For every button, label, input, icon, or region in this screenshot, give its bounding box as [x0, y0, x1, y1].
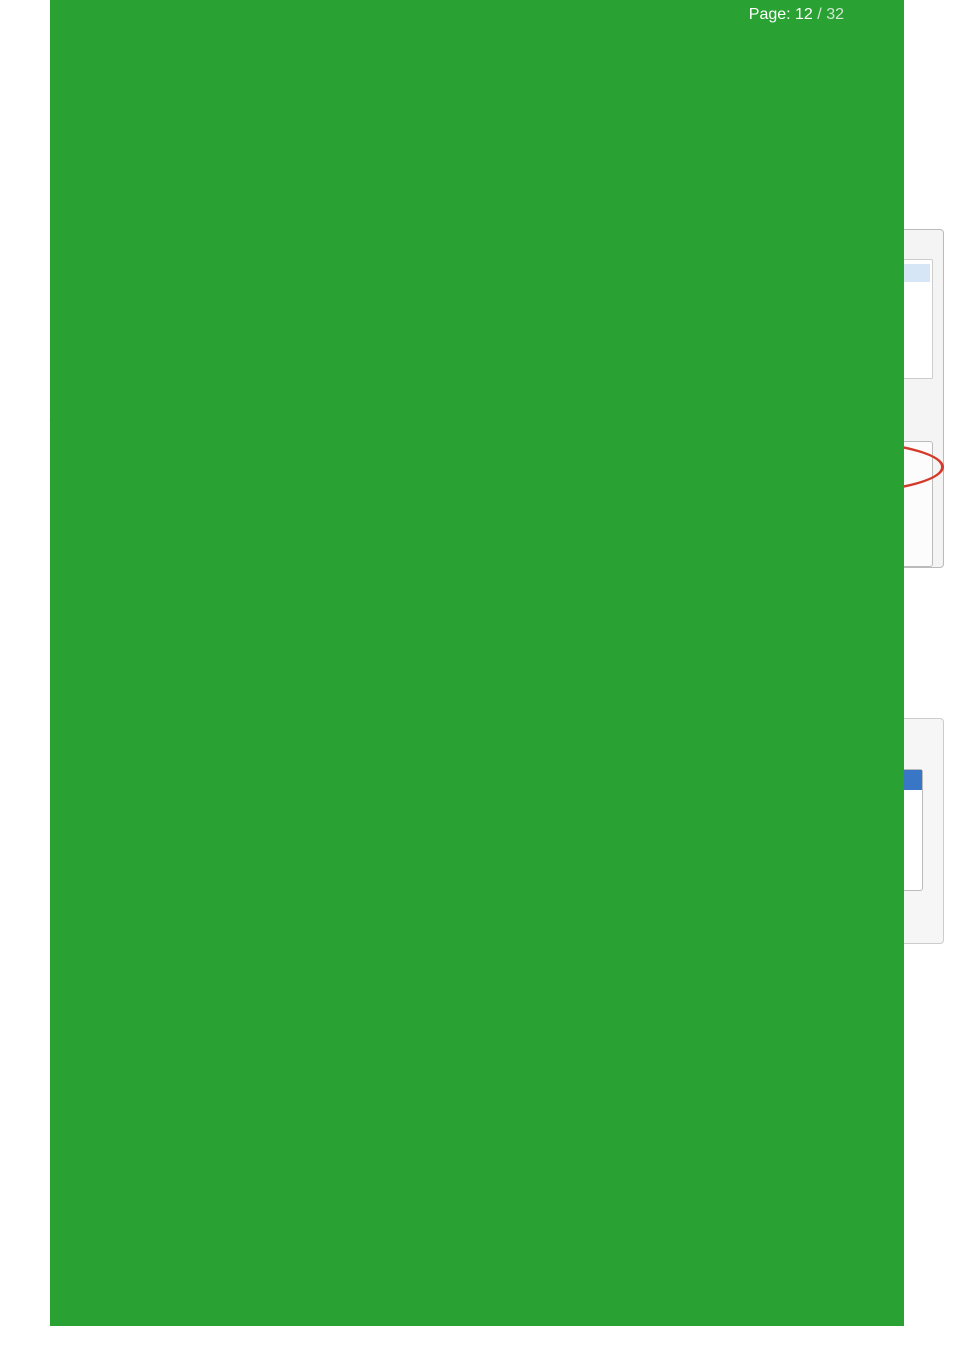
footer-center: www.mytekdigital.com	[421, 0, 578, 1322]
footer-bar: User's Manual ver. 2.0 / Nov 2013 www.my…	[50, 0, 904, 1326]
footer-left: User's Manual ver. 2.0 / Nov 2013	[60, 0, 301, 1322]
footer-page: Page: 12 / 32	[699, 0, 894, 1322]
